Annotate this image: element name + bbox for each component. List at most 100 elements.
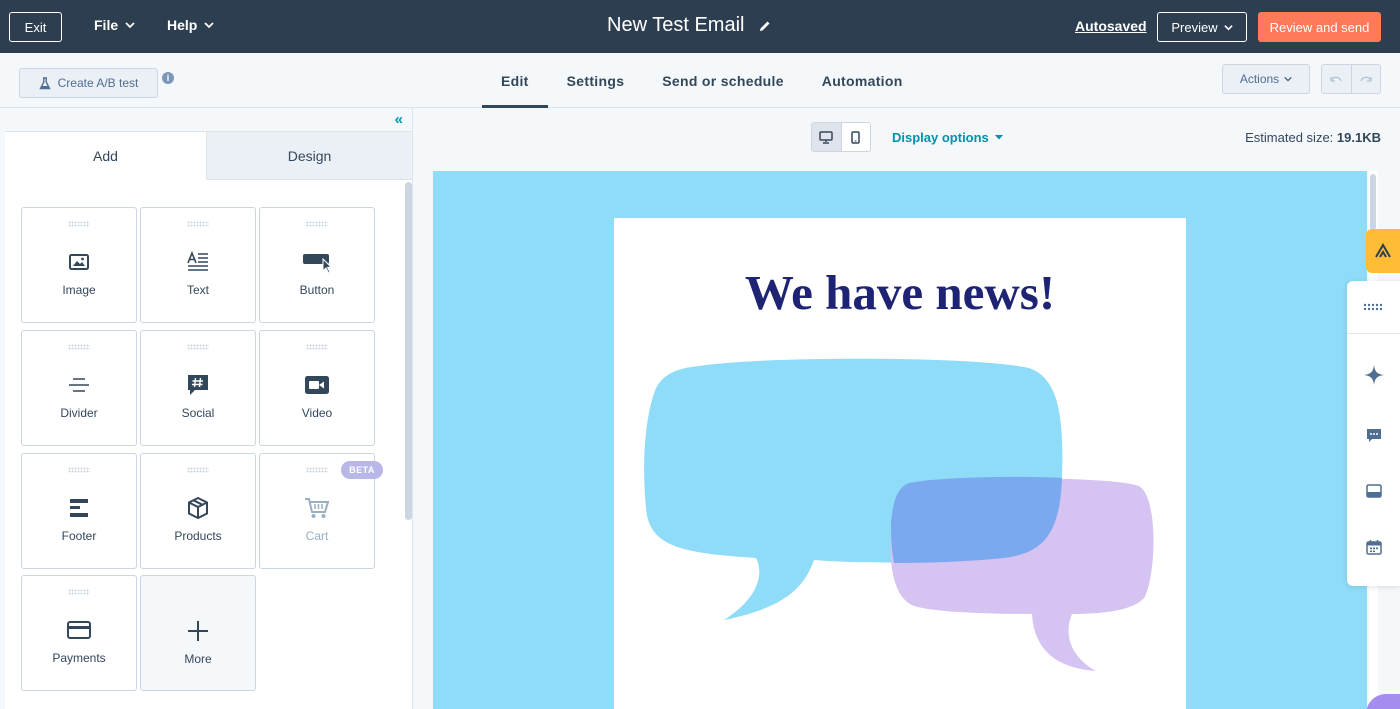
comment-icon [1366,428,1381,442]
tab-add[interactable]: Add [5,132,206,180]
desktop-icon [819,130,833,144]
tab-edit[interactable]: Edit [482,53,548,108]
module-label: Products [174,529,222,543]
email-canvas: Display options Estimated size: 19.1KB W… [414,108,1400,709]
email-body-background[interactable]: We have news! [433,171,1367,709]
display-options-dropdown[interactable]: Display options [892,130,1003,145]
undo-icon [1330,76,1342,82]
flask-icon [39,76,51,89]
calendar-button[interactable] [1347,533,1400,561]
assistant-logo-icon [1375,243,1391,258]
module-text[interactable]: Text [140,207,256,323]
drag-handle-icon [306,221,328,227]
drag-handle-icon [306,467,328,473]
products-icon [188,496,208,520]
module-social[interactable]: Social [140,330,256,446]
mobile-view-button[interactable] [840,123,871,151]
text-icon [187,250,208,271]
module-label: Social [181,406,215,420]
drag-handle-icon [68,467,90,473]
file-menu[interactable]: File [94,17,135,33]
module-image[interactable]: Image [21,207,137,323]
redo-button[interactable] [1350,65,1381,93]
desktop-view-button[interactable] [812,123,841,151]
module-payments[interactable]: Payments [21,575,137,691]
tab-automation[interactable]: Automation [803,53,922,108]
module-label: Text [186,283,209,297]
panel-scrollbar-thumb[interactable] [405,182,412,520]
undo-redo-group [1321,64,1381,94]
estimated-size-value: 19.1KB [1336,130,1381,145]
create-ab-test-label: Create A/B test [57,76,139,90]
video-icon [305,376,329,394]
assistant-tab[interactable] [1366,229,1400,273]
help-menu-label: Help [167,17,198,33]
calendar-icon [1365,540,1382,555]
email-title: New Test Email [607,14,745,36]
display-options-label: Display options [892,130,989,145]
footer-icon [70,499,88,517]
right-toolbar [1347,281,1400,586]
exit-button[interactable]: Exit [9,12,62,42]
actions-button[interactable]: Actions [1222,64,1310,94]
info-icon[interactable]: i [162,72,174,84]
chevron-down-icon [125,22,135,29]
email-content-section[interactable]: We have news! [614,218,1186,709]
canvas-scrollbar-thumb[interactable] [1370,174,1376,230]
ai-assistant-button[interactable] [1347,361,1400,389]
module-label: Cart [305,529,329,543]
estimated-size-label: Estimated size: [1245,130,1334,145]
review-and-send-button[interactable]: Review and send [1258,12,1381,42]
preview-label: Preview [1171,19,1218,35]
file-menu-label: File [94,17,119,33]
image-icon [69,254,89,270]
pencil-icon[interactable] [758,19,772,33]
module-label: Button [299,283,335,297]
chevron-down-icon [204,22,214,29]
drag-handle-icon [306,344,328,350]
beta-badge: BETA [341,461,383,479]
module-button[interactable]: Button [259,207,375,323]
left-sidebar: « Add Design Image Text Button Divider S… [5,108,413,709]
help-menu[interactable]: Help [167,17,214,33]
button-icon [303,254,332,274]
cart-icon [305,498,330,518]
editor-toolbar: Create A/B test i Edit Settings Send or … [0,53,1400,108]
rail-divider [1347,333,1400,334]
drag-handle-icon [68,221,90,227]
divider-icon [69,378,89,392]
mobile-icon [851,130,860,144]
drag-handle-icon [187,221,209,227]
tab-send-or-schedule[interactable]: Send or schedule [643,53,803,108]
browser-icon [1365,484,1382,498]
collapse-panel-icon[interactable]: « [395,112,403,127]
templates-button[interactable] [1347,477,1400,505]
module-label: Payments [52,651,106,665]
autosaved-link[interactable]: Autosaved [1075,18,1147,34]
comments-button[interactable] [1347,421,1400,449]
tab-settings[interactable]: Settings [548,53,644,108]
apps-button[interactable] [1347,293,1400,321]
email-title-area[interactable]: New Test Email [607,14,772,37]
sparkle-icon [1363,365,1384,385]
module-divider[interactable]: Divider [21,330,137,446]
device-toggle [811,122,871,152]
module-footer[interactable]: Footer [21,453,137,569]
panel-tabs: Add Design [5,132,412,180]
module-products[interactable]: Products [140,453,256,569]
tab-design[interactable]: Design [206,132,412,180]
speech-bubbles-image[interactable] [644,358,1154,698]
email-headline[interactable]: We have news! [614,264,1186,321]
drag-handle-icon [68,589,90,595]
drag-handle-icon [187,467,209,473]
module-label: Video [301,406,333,420]
undo-button[interactable] [1322,65,1351,93]
redo-icon [1360,76,1372,82]
preview-button[interactable]: Preview [1157,12,1247,42]
module-label: More [184,652,212,666]
module-more[interactable]: More [140,575,256,691]
module-label: Image [62,283,96,297]
social-icon [188,375,208,395]
create-ab-test-button[interactable]: Create A/B test [19,68,158,98]
module-video[interactable]: Video [259,330,375,446]
